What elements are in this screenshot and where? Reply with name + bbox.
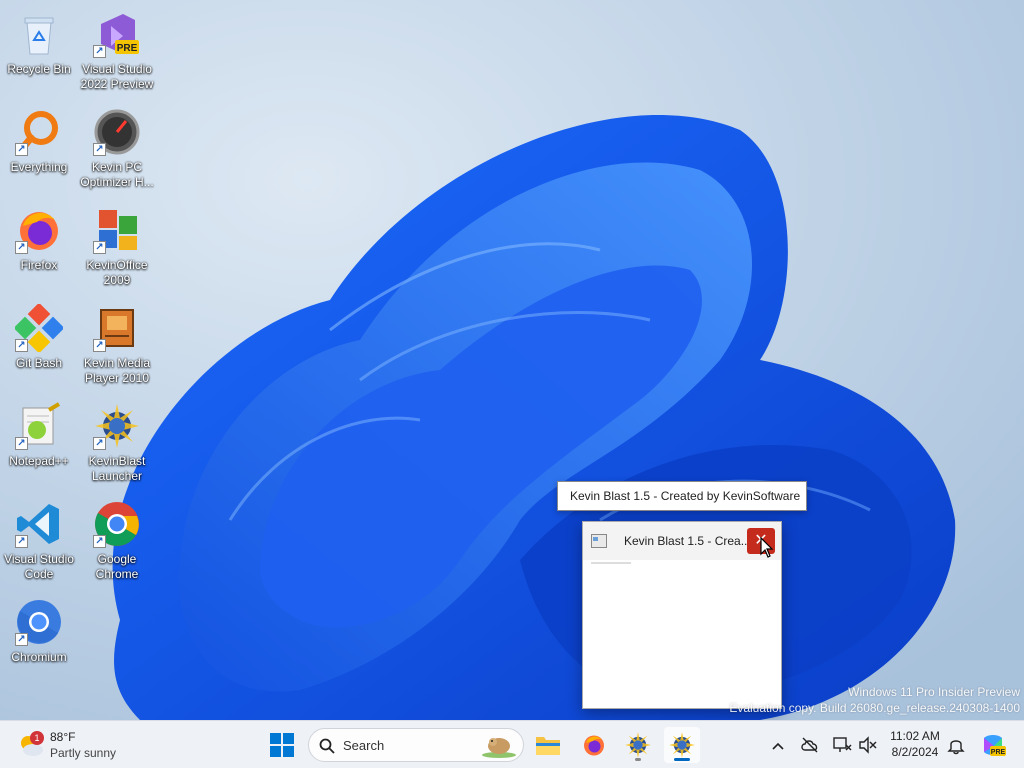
taskbar-tooltip: Kevin Blast 1.5 - Created by KevinSoftwa…	[557, 481, 807, 511]
desktop-icon-visual-studio[interactable]: PRE ↗ Visual Studio 2022 Preview	[75, 6, 159, 98]
search-icon	[319, 738, 335, 754]
copilot-preview-icon[interactable]: PRE	[980, 732, 1006, 758]
desktop-icon-label: KevinOffice 2009	[86, 258, 148, 287]
cloud-offline-icon[interactable]	[800, 735, 820, 755]
desktop-icon-label: Visual Studio Code	[4, 552, 74, 581]
watermark-line-2: Evaluation copy. Build 26080.ge_release.…	[729, 701, 1020, 715]
weather-widget[interactable]: 1 88°F Partly sunny	[14, 727, 134, 763]
weather-temperature: 88°F	[50, 730, 76, 744]
desktop-icon-kevinblast-launcher[interactable]: ↗ KevinBlast Launcher	[75, 398, 159, 490]
taskbar-kevinblast-launcher[interactable]	[620, 727, 656, 763]
search-placeholder: Search	[343, 738, 385, 753]
running-indicator	[635, 758, 641, 761]
clock-time: 11:02 AM	[890, 729, 940, 743]
evaluation-watermark: Windows 11 Pro Insider Preview Evaluatio…	[729, 684, 1020, 716]
window-app-icon	[591, 534, 607, 548]
desktop-icon-label: Everything	[10, 160, 68, 174]
preview-title: Kevin Blast 1.5 - Crea...	[624, 534, 751, 548]
preview-content[interactable]	[587, 562, 777, 704]
desktop-icon-label: Visual Studio 2022 Preview	[80, 62, 154, 91]
taskbar-search-box[interactable]: Search	[308, 728, 524, 762]
shortcut-arrow-icon: ↗	[93, 437, 106, 450]
desktop-icon-kevin-pc-optimizer[interactable]: ↗ Kevin PC Optimizer H...	[75, 104, 159, 196]
search-highlight-icon	[482, 738, 516, 758]
watermark-line-1: Windows 11 Pro Insider Preview	[848, 685, 1020, 699]
desktop-icon-label: Kevin Media Player 2010	[83, 356, 151, 385]
system-clock[interactable]: 11:02 AM 8/2/2024	[884, 728, 946, 760]
shortcut-arrow-icon: ↗	[93, 45, 106, 58]
desktop-icon-label: Notepad++	[9, 454, 69, 468]
shortcut-arrow-icon: ↗	[15, 339, 28, 352]
folder-icon	[536, 737, 560, 755]
desktop-icon-notepadpp[interactable]: ↗ Notepad++	[0, 398, 81, 490]
shortcut-arrow-icon: ↗	[93, 535, 106, 548]
desktop-icon-recycle-bin[interactable]: Recycle Bin	[0, 6, 81, 98]
desktop-icon-label: Git Bash	[15, 356, 63, 370]
shortcut-arrow-icon: ↗	[93, 143, 106, 156]
chevron-up-icon	[772, 742, 784, 750]
desktop-icon-label: Chromium	[11, 650, 67, 664]
volume-muted-icon[interactable]	[858, 735, 878, 755]
desktop-icon-label: KevinBlast Launcher	[88, 454, 146, 483]
pre-badge-text: PRE	[991, 749, 1006, 756]
kevinblast-icon	[625, 732, 651, 758]
shortcut-arrow-icon: ↗	[15, 535, 28, 548]
desktop-icon-git-bash[interactable]: ↗ Git Bash	[0, 300, 81, 392]
desktop-icon-google-chrome[interactable]: ↗ Google Chrome	[75, 496, 159, 588]
pre-badge-text: PRE	[117, 43, 138, 54]
desktop-icon-label: Kevin PC Optimizer H...	[80, 160, 154, 189]
shortcut-arrow-icon: ↗	[15, 633, 28, 646]
windows-logo-icon	[270, 733, 294, 757]
desktop-icon-label: Google Chrome	[95, 552, 139, 581]
taskbar-firefox[interactable]	[576, 727, 612, 763]
desktop-icon-kevinoffice[interactable]: ↗ KevinOffice 2009	[75, 202, 159, 294]
firefox-icon	[584, 735, 604, 756]
desktop-icon-kevin-media-player[interactable]: ↗ Kevin Media Player 2010	[75, 300, 159, 392]
desktop-icon-everything[interactable]: ↗ Everything	[0, 104, 81, 196]
taskbar-kevin-blast[interactable]	[664, 727, 700, 763]
desktop-icon-label: Recycle Bin	[7, 62, 71, 76]
desktop-icon-label: Firefox	[20, 258, 58, 272]
shortcut-arrow-icon: ↗	[93, 241, 106, 254]
weather-condition: Partly sunny	[50, 746, 117, 760]
shortcut-arrow-icon: ↗	[15, 241, 28, 254]
start-button[interactable]	[264, 727, 300, 763]
kevinblast-icon	[669, 732, 695, 758]
network-disconnected-icon[interactable]	[832, 735, 852, 755]
desktop-icon-firefox[interactable]: ↗ Firefox	[0, 202, 81, 294]
shortcut-arrow-icon: ↗	[93, 339, 106, 352]
taskbar-thumbnail-preview[interactable]: Kevin Blast 1.5 - Crea... ✕	[582, 521, 782, 709]
tray-show-hidden-icons[interactable]	[768, 735, 788, 755]
taskbar: 1 88°F Partly sunny Search 11:02 AM 8/2/…	[0, 720, 1024, 768]
shortcut-arrow-icon: ↗	[15, 437, 28, 450]
taskbar-file-explorer[interactable]	[530, 727, 566, 763]
preview-header: Kevin Blast 1.5 - Crea... ✕	[583, 522, 781, 560]
clock-date: 8/2/2024	[891, 745, 939, 759]
active-indicator	[674, 758, 690, 761]
desktop-icon-chromium[interactable]: ↗ Chromium	[0, 594, 81, 686]
mouse-cursor-icon	[760, 537, 774, 558]
notification-badge: 1	[30, 731, 44, 745]
recycle-bin-icon	[24, 17, 54, 55]
shortcut-arrow-icon: ↗	[15, 143, 28, 156]
notification-bell-icon[interactable]	[946, 735, 966, 755]
desktop-icon-vscode[interactable]: ↗ Visual Studio Code	[0, 496, 81, 588]
